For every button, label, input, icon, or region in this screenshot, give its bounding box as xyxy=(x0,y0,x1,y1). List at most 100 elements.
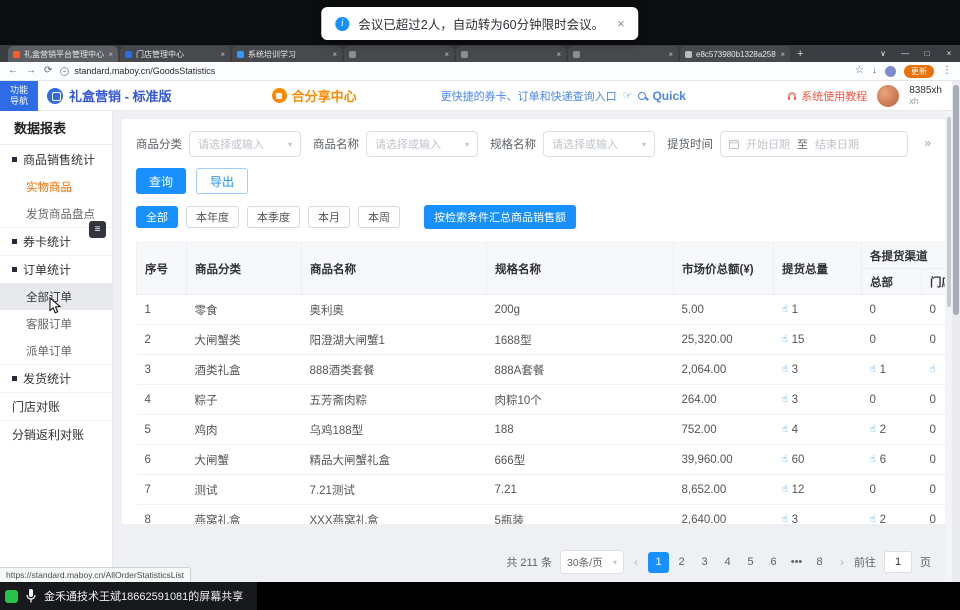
date-range-picker[interactable]: 开始日期 至 结束日期 xyxy=(720,131,908,157)
pickup-total-link[interactable]: ☝3 xyxy=(782,364,854,376)
downloads-icon[interactable]: ↓ xyxy=(872,66,877,76)
cell-no: 5 xyxy=(137,415,187,445)
page-list: 123456•••8 xyxy=(648,552,830,573)
browser-tab[interactable]: 系统培训学习× xyxy=(232,46,342,62)
tutorial-link[interactable]: 系统使用教程 xyxy=(787,88,867,104)
filter-select[interactable]: 请选择或输入▾ xyxy=(366,131,478,157)
summary-button[interactable]: 按检索条件汇总商品销售额 xyxy=(424,205,576,229)
browser-tab[interactable]: × xyxy=(456,46,566,62)
filter-group-time: 提货时间 开始日期 至 结束日期 xyxy=(667,131,908,157)
page-size-select[interactable]: 30条/页 ▾ xyxy=(560,550,624,574)
browser-profile-avatar[interactable] xyxy=(885,66,896,77)
next-page-icon[interactable]: › xyxy=(838,555,846,569)
window-close-button[interactable]: × xyxy=(938,49,960,58)
tab-favicon xyxy=(349,51,356,58)
period-tab[interactable]: 本周 xyxy=(358,206,400,228)
menu-kebab-icon[interactable]: ⋮ xyxy=(942,66,952,76)
hq-count[interactable]: ☝1 xyxy=(870,364,914,376)
browser-tab[interactable]: 礼盒营销平台管理中心× xyxy=(8,46,118,62)
minimize-button[interactable]: — xyxy=(894,49,916,58)
hq-count[interactable]: ☝2 xyxy=(870,424,914,436)
cell-no: 3 xyxy=(137,355,187,385)
toast-close-icon[interactable]: × xyxy=(617,16,625,31)
tab-close-icon[interactable]: × xyxy=(220,50,225,59)
tab-close-icon[interactable]: × xyxy=(780,50,785,59)
share-center-link[interactable]: 合分享中心 xyxy=(272,86,357,105)
period-tab[interactable]: 本年度 xyxy=(186,206,239,228)
function-nav-button[interactable]: 功能导航 xyxy=(0,81,38,111)
pickup-total-link[interactable]: ☝1 xyxy=(782,304,854,316)
sidebar-item-physical-goods[interactable]: 实物商品 xyxy=(0,173,112,200)
pickup-total-link[interactable]: ☝3 xyxy=(782,514,854,525)
filter-label: 商品名称 xyxy=(313,136,359,152)
tab-close-icon[interactable]: × xyxy=(668,50,673,59)
tab-list-caret-icon[interactable]: ∨ xyxy=(872,49,894,58)
collapse-filters-icon[interactable]: » xyxy=(924,136,931,150)
page-number[interactable]: 5 xyxy=(740,552,761,573)
page-number[interactable]: 6 xyxy=(763,552,784,573)
browser-tab[interactable]: × xyxy=(344,46,454,62)
cell-no: 1 xyxy=(137,295,187,325)
tab-close-icon[interactable]: × xyxy=(556,50,561,59)
browser-scrollbar[interactable] xyxy=(952,81,960,582)
sidebar-item-shipping-stats[interactable]: 发货统计 xyxy=(0,364,112,392)
period-tab[interactable]: 本月 xyxy=(308,206,350,228)
hq-count[interactable]: ☝6 xyxy=(870,454,914,466)
cell-spec: 7.21 xyxy=(487,475,674,505)
tab-close-icon[interactable]: × xyxy=(444,50,449,59)
sidebar-item-goods-sales-stats[interactable]: 商品销售统计 xyxy=(0,145,112,173)
table-row: 5鸡肉乌鸡188型188752.00☝4☝20 xyxy=(137,415,946,445)
quick-entry[interactable]: 更快捷的券卡、订单和快递查询入口 ☞ Quick xyxy=(441,88,686,104)
page-number[interactable]: 8 xyxy=(809,552,830,573)
hand-pick-icon: ☝ xyxy=(782,394,788,405)
page-scrollbar-thumb[interactable] xyxy=(947,117,951,307)
filter-select[interactable]: 请选择或输入▾ xyxy=(543,131,655,157)
browser-update-button[interactable]: 更新 xyxy=(904,65,934,78)
tab-close-icon[interactable]: × xyxy=(332,50,337,59)
browser-tab[interactable]: e8c573980b1328a258fd2e6...× xyxy=(680,46,790,62)
page-number[interactable]: 4 xyxy=(717,552,738,573)
filter-select[interactable]: 请选择或输入▾ xyxy=(189,131,301,157)
url-bar[interactable]: standard.maboy.cn/GoodsStatistics xyxy=(60,66,847,76)
cell-pickup: ☝3 xyxy=(774,355,862,385)
new-tab-button[interactable]: + xyxy=(797,46,803,62)
period-tab[interactable]: 本季度 xyxy=(247,206,300,228)
pickup-total-link[interactable]: ☝15 xyxy=(782,334,854,346)
query-button[interactable]: 查询 xyxy=(136,168,186,194)
page-number[interactable]: 1 xyxy=(648,552,669,573)
goto-page-input[interactable] xyxy=(884,551,912,573)
pickup-total-link[interactable]: ☝12 xyxy=(782,484,854,496)
browser-tab[interactable]: × xyxy=(568,46,678,62)
app-title: 礼盒营销 - 标准版 xyxy=(69,86,172,105)
refresh-icon[interactable]: ⟳ xyxy=(44,66,52,76)
page-number[interactable]: 3 xyxy=(694,552,715,573)
bookmark-star-icon[interactable]: ☆ xyxy=(855,66,864,76)
back-icon[interactable]: ← xyxy=(8,66,18,76)
period-tab[interactable]: 全部 xyxy=(136,206,178,228)
pickup-total-link[interactable]: ☝60 xyxy=(782,454,854,466)
maximize-button[interactable]: □ xyxy=(916,49,938,58)
prev-page-icon[interactable]: ‹ xyxy=(632,555,640,569)
store-count: 0 xyxy=(930,424,946,436)
forward-icon[interactable]: → xyxy=(26,66,36,76)
sidebar-item-distribution-rebate[interactable]: 分销返利对账 xyxy=(0,420,112,448)
store-count[interactable]: ☝ xyxy=(930,364,946,375)
count-value: 3 xyxy=(792,514,798,525)
cell-name: 五芳斋肉粽 xyxy=(302,385,487,415)
hq-count[interactable]: ☝2 xyxy=(870,514,914,525)
pickup-total-link[interactable]: ☝3 xyxy=(782,394,854,406)
browser-tab[interactable]: 门店管理中心× xyxy=(120,46,230,62)
sidebar-collapse-handle[interactable]: ≡ xyxy=(89,221,106,238)
browser-scrollbar-thumb[interactable] xyxy=(953,85,959,315)
page-scrollbar[interactable] xyxy=(945,111,952,582)
microphone-icon xyxy=(25,588,37,604)
site-info-icon[interactable] xyxy=(60,67,69,76)
sidebar-item-order-stats[interactable]: 订单统计 xyxy=(0,255,112,283)
tab-close-icon[interactable]: × xyxy=(108,50,113,59)
sidebar-item-store-reconciliation[interactable]: 门店对账 xyxy=(0,392,112,420)
export-button[interactable]: 导出 xyxy=(196,168,248,194)
pickup-total-link[interactable]: ☝4 xyxy=(782,424,854,436)
user-avatar[interactable] xyxy=(877,85,899,107)
page-number[interactable]: 2 xyxy=(671,552,692,573)
sidebar-item-dispatch-orders[interactable]: 派单订单 xyxy=(0,337,112,364)
